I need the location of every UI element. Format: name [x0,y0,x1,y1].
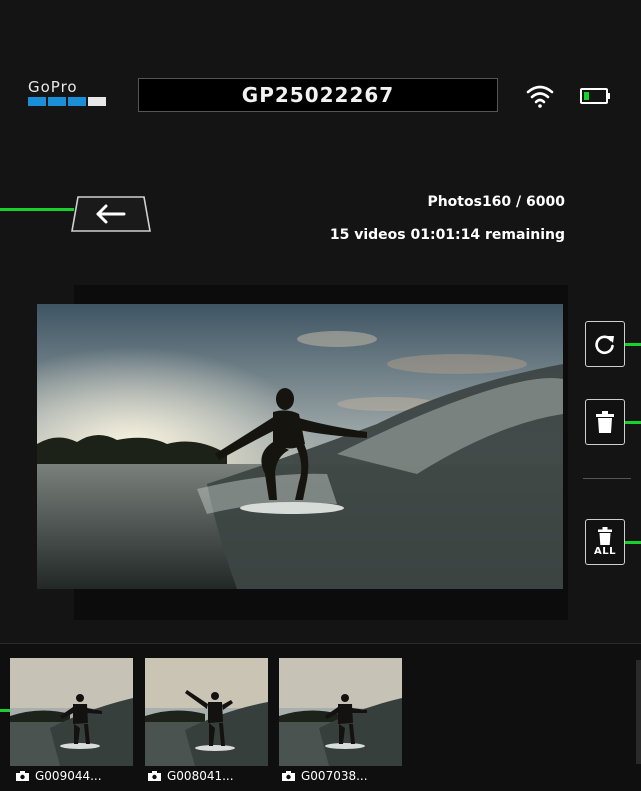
thumbnail-label-3: G007038... [282,769,368,783]
thumbnail-label-1: G009044... [16,769,102,783]
photos-count: 160 / 6000 [481,194,565,210]
delete-all-label: ALL [594,546,616,557]
rotate-button[interactable] [585,321,625,367]
thumbnail-2[interactable] [145,658,268,766]
delete-indicator-line [625,421,641,424]
gopro-logo: GoPro [28,80,108,106]
photo-count: Photos160 / 6000 [300,194,565,210]
wifi-icon [526,85,554,108]
thumbnail-1[interactable] [10,658,133,766]
rotate-indicator-line [625,343,641,346]
camera-icon [16,771,29,781]
back-button[interactable] [70,195,152,233]
thumbnail-name: G009044... [35,769,102,783]
time-remaining: 01:01:14 remaining [410,227,565,243]
thumbnail-name: G007038... [301,769,368,783]
main-photo[interactable] [37,304,563,589]
camera-icon [148,771,161,781]
trash-icon [598,527,612,545]
rotate-icon [595,335,614,355]
photos-label: Photos [427,194,482,210]
delete-button[interactable] [585,399,625,445]
delete-all-indicator-line [625,541,641,544]
video-status: 15 videos 01:01:14 remaining [300,227,565,243]
thumbnail-name: G008041... [167,769,234,783]
logo-text: GoPro [28,78,78,96]
action-separator [583,478,631,479]
thumbnail-3[interactable] [279,658,402,766]
camera-name-field: GP25022267 [138,78,498,112]
trash-icon [596,411,614,433]
logo-squares [28,97,108,106]
battery-icon [580,88,610,104]
camera-icon [282,771,295,781]
thumbnail-label-2: G008041... [148,769,234,783]
strip-edge [636,660,641,764]
delete-all-button[interactable]: ALL [585,519,625,565]
back-indicator-line [0,208,74,211]
videos-count: 15 videos [329,227,406,243]
